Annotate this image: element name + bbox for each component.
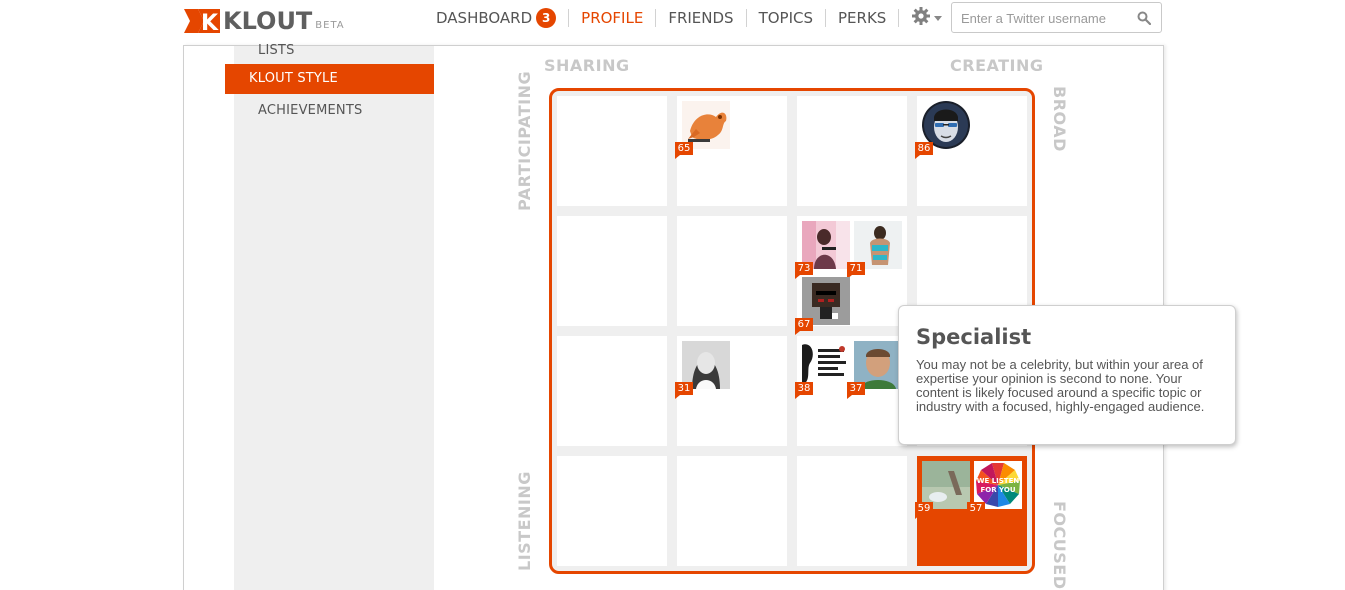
style-cell[interactable]: 86 <box>915 96 1027 206</box>
style-cell-specialist[interactable]: 59 WE LISTEN FOR YOU 57 <box>915 456 1027 566</box>
svg-text:K: K <box>201 11 219 35</box>
tooltip-description: You may not be a celebrity, but within y… <box>916 357 1205 414</box>
klout-score-badge: 73 <box>795 262 813 279</box>
axis-label-participating: PARTICIPATING <box>515 70 534 211</box>
tooltip-title: Specialist <box>916 325 1032 349</box>
twitter-search <box>951 2 1162 33</box>
style-cell[interactable] <box>797 96 907 206</box>
sidebar <box>234 46 434 590</box>
style-cell[interactable]: 31 <box>675 336 787 446</box>
sidebar-item-klout-style[interactable]: KLOUT STYLE <box>225 64 434 94</box>
klout-k-icon: K <box>184 7 220 36</box>
axis-label-focused: FOCUSED <box>1050 501 1069 590</box>
style-cell[interactable]: 65 <box>675 96 787 206</box>
svg-text:FOR YOU: FOR YOU <box>980 486 1015 494</box>
sidebar-item-achievements[interactable]: ACHIEVEMENTS <box>258 103 362 118</box>
axis-label-listening: LISTENING <box>515 471 534 571</box>
nav-friends[interactable]: FRIENDS <box>656 9 747 27</box>
gear-icon <box>911 6 931 31</box>
chevron-down-icon <box>934 15 943 21</box>
klout-logo[interactable]: K KLOUT BETA <box>184 5 345 36</box>
svg-text:WE LISTEN: WE LISTEN <box>977 477 1020 485</box>
klout-score-badge: 65 <box>675 142 693 159</box>
klout-score-badge: 38 <box>795 382 813 399</box>
klout-score-badge: 37 <box>847 382 865 399</box>
nav-topics[interactable]: TOPICS <box>747 9 827 27</box>
style-cell[interactable] <box>797 456 907 566</box>
style-cell[interactable] <box>557 336 667 446</box>
nav-dashboard[interactable]: DASHBOARD 3 <box>436 8 570 28</box>
sidebar-item-lists[interactable]: LISTS <box>258 43 295 58</box>
search-input[interactable] <box>961 9 1131 27</box>
notification-badge: 3 <box>536 8 557 28</box>
axis-label-sharing: SHARING <box>544 56 630 75</box>
search-icon[interactable] <box>1137 11 1152 26</box>
style-cell[interactable] <box>557 96 667 206</box>
style-cell[interactable] <box>557 456 667 566</box>
klout-score-badge: 71 <box>847 262 865 279</box>
settings-menu[interactable] <box>898 6 952 27</box>
style-cell[interactable] <box>677 216 787 326</box>
axis-label-broad: BROAD <box>1050 86 1069 152</box>
style-cell[interactable]: 38 37 <box>795 336 907 446</box>
klout-score-badge: 67 <box>795 318 813 335</box>
nav-perks[interactable]: PERKS <box>826 9 898 27</box>
nav-dashboard-label: DASHBOARD <box>436 9 533 27</box>
style-cell[interactable] <box>677 456 787 566</box>
nav-profile[interactable]: PROFILE <box>569 9 657 27</box>
klout-score-badge: 31 <box>675 382 693 399</box>
style-cell[interactable]: 73 71 67 <box>795 216 907 335</box>
klout-score-badge: 86 <box>915 142 933 159</box>
beta-label: BETA <box>315 20 345 31</box>
style-cell[interactable] <box>557 216 667 326</box>
axis-label-creating: CREATING <box>950 56 1044 75</box>
main-nav: DASHBOARD 3 PROFILE FRIENDS TOPICS PERKS <box>436 5 952 31</box>
logo-wordmark: KLOUT <box>223 7 313 35</box>
klout-score-badge: 57 <box>967 502 985 519</box>
klout-score-badge: 59 <box>915 502 933 519</box>
style-tooltip: Specialist You may not be a celebrity, b… <box>898 305 1236 445</box>
